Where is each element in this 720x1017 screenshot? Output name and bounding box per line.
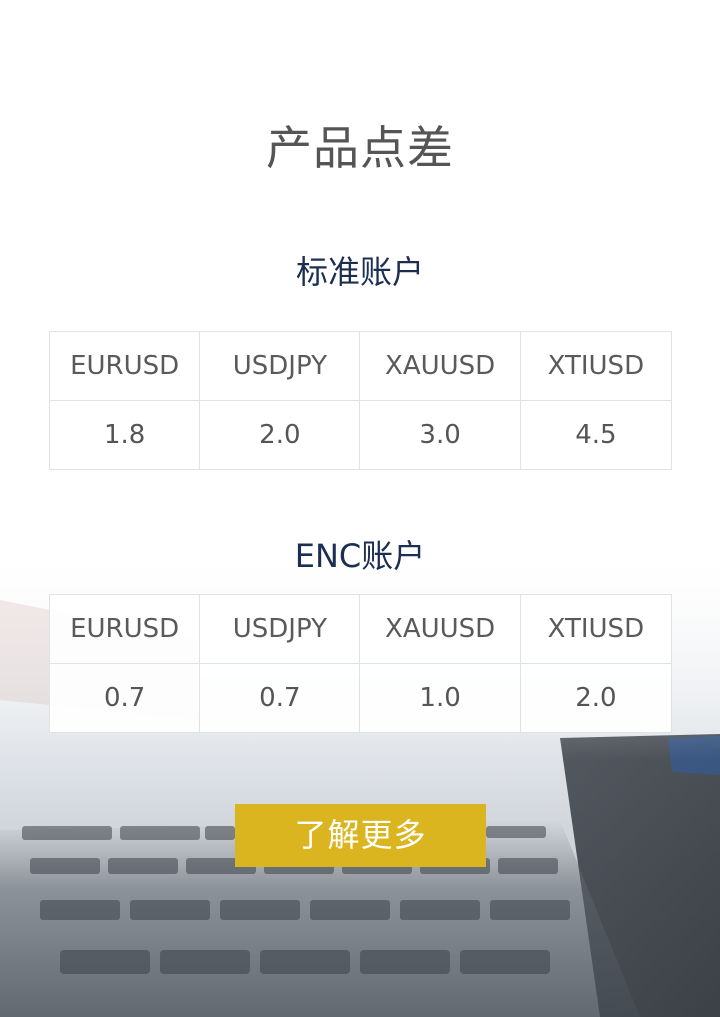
table-header-cell: XAUUSD — [359, 331, 521, 401]
table-cell: 3.0 — [359, 400, 521, 470]
table-row: 1.8 2.0 3.0 4.5 — [48, 400, 673, 470]
table-cell: 4.5 — [519, 400, 673, 470]
table-header-cell: EURUSD — [48, 331, 201, 401]
table-cell: 2.0 — [519, 663, 673, 733]
table-cell: 0.7 — [199, 663, 361, 733]
table-header-cell: EURUSD — [48, 594, 201, 664]
table-cell: 2.0 — [199, 400, 361, 470]
table-row: 0.7 0.7 1.0 2.0 — [48, 663, 673, 733]
table-cell: 0.7 — [48, 663, 201, 733]
table-header-cell: USDJPY — [199, 331, 361, 401]
page: 产品点差 标准账户 EURUSD USDJPY XAUUSD XTIUSD 1.… — [0, 0, 720, 1017]
table-cell: 1.0 — [359, 663, 521, 733]
table-header-cell: USDJPY — [199, 594, 361, 664]
standard-spread-table: EURUSD USDJPY XAUUSD XTIUSD 1.8 2.0 3.0 … — [48, 331, 673, 470]
table-header-row: EURUSD USDJPY XAUUSD XTIUSD — [48, 594, 673, 664]
learn-more-button[interactable]: 了解更多 — [235, 804, 486, 867]
table-header-cell: XTIUSD — [519, 594, 673, 664]
table-cell: 1.8 — [48, 400, 201, 470]
table-header-cell: XAUUSD — [359, 594, 521, 664]
enc-spread-table: EURUSD USDJPY XAUUSD XTIUSD 0.7 0.7 1.0 … — [48, 594, 673, 733]
standard-account-title: 标准账户 — [295, 253, 424, 291]
table-header-row: EURUSD USDJPY XAUUSD XTIUSD — [48, 331, 673, 401]
enc-account-title: ENC账户 — [294, 537, 426, 575]
table-header-cell: XTIUSD — [519, 331, 673, 401]
page-title: 产品点差 — [266, 121, 454, 175]
